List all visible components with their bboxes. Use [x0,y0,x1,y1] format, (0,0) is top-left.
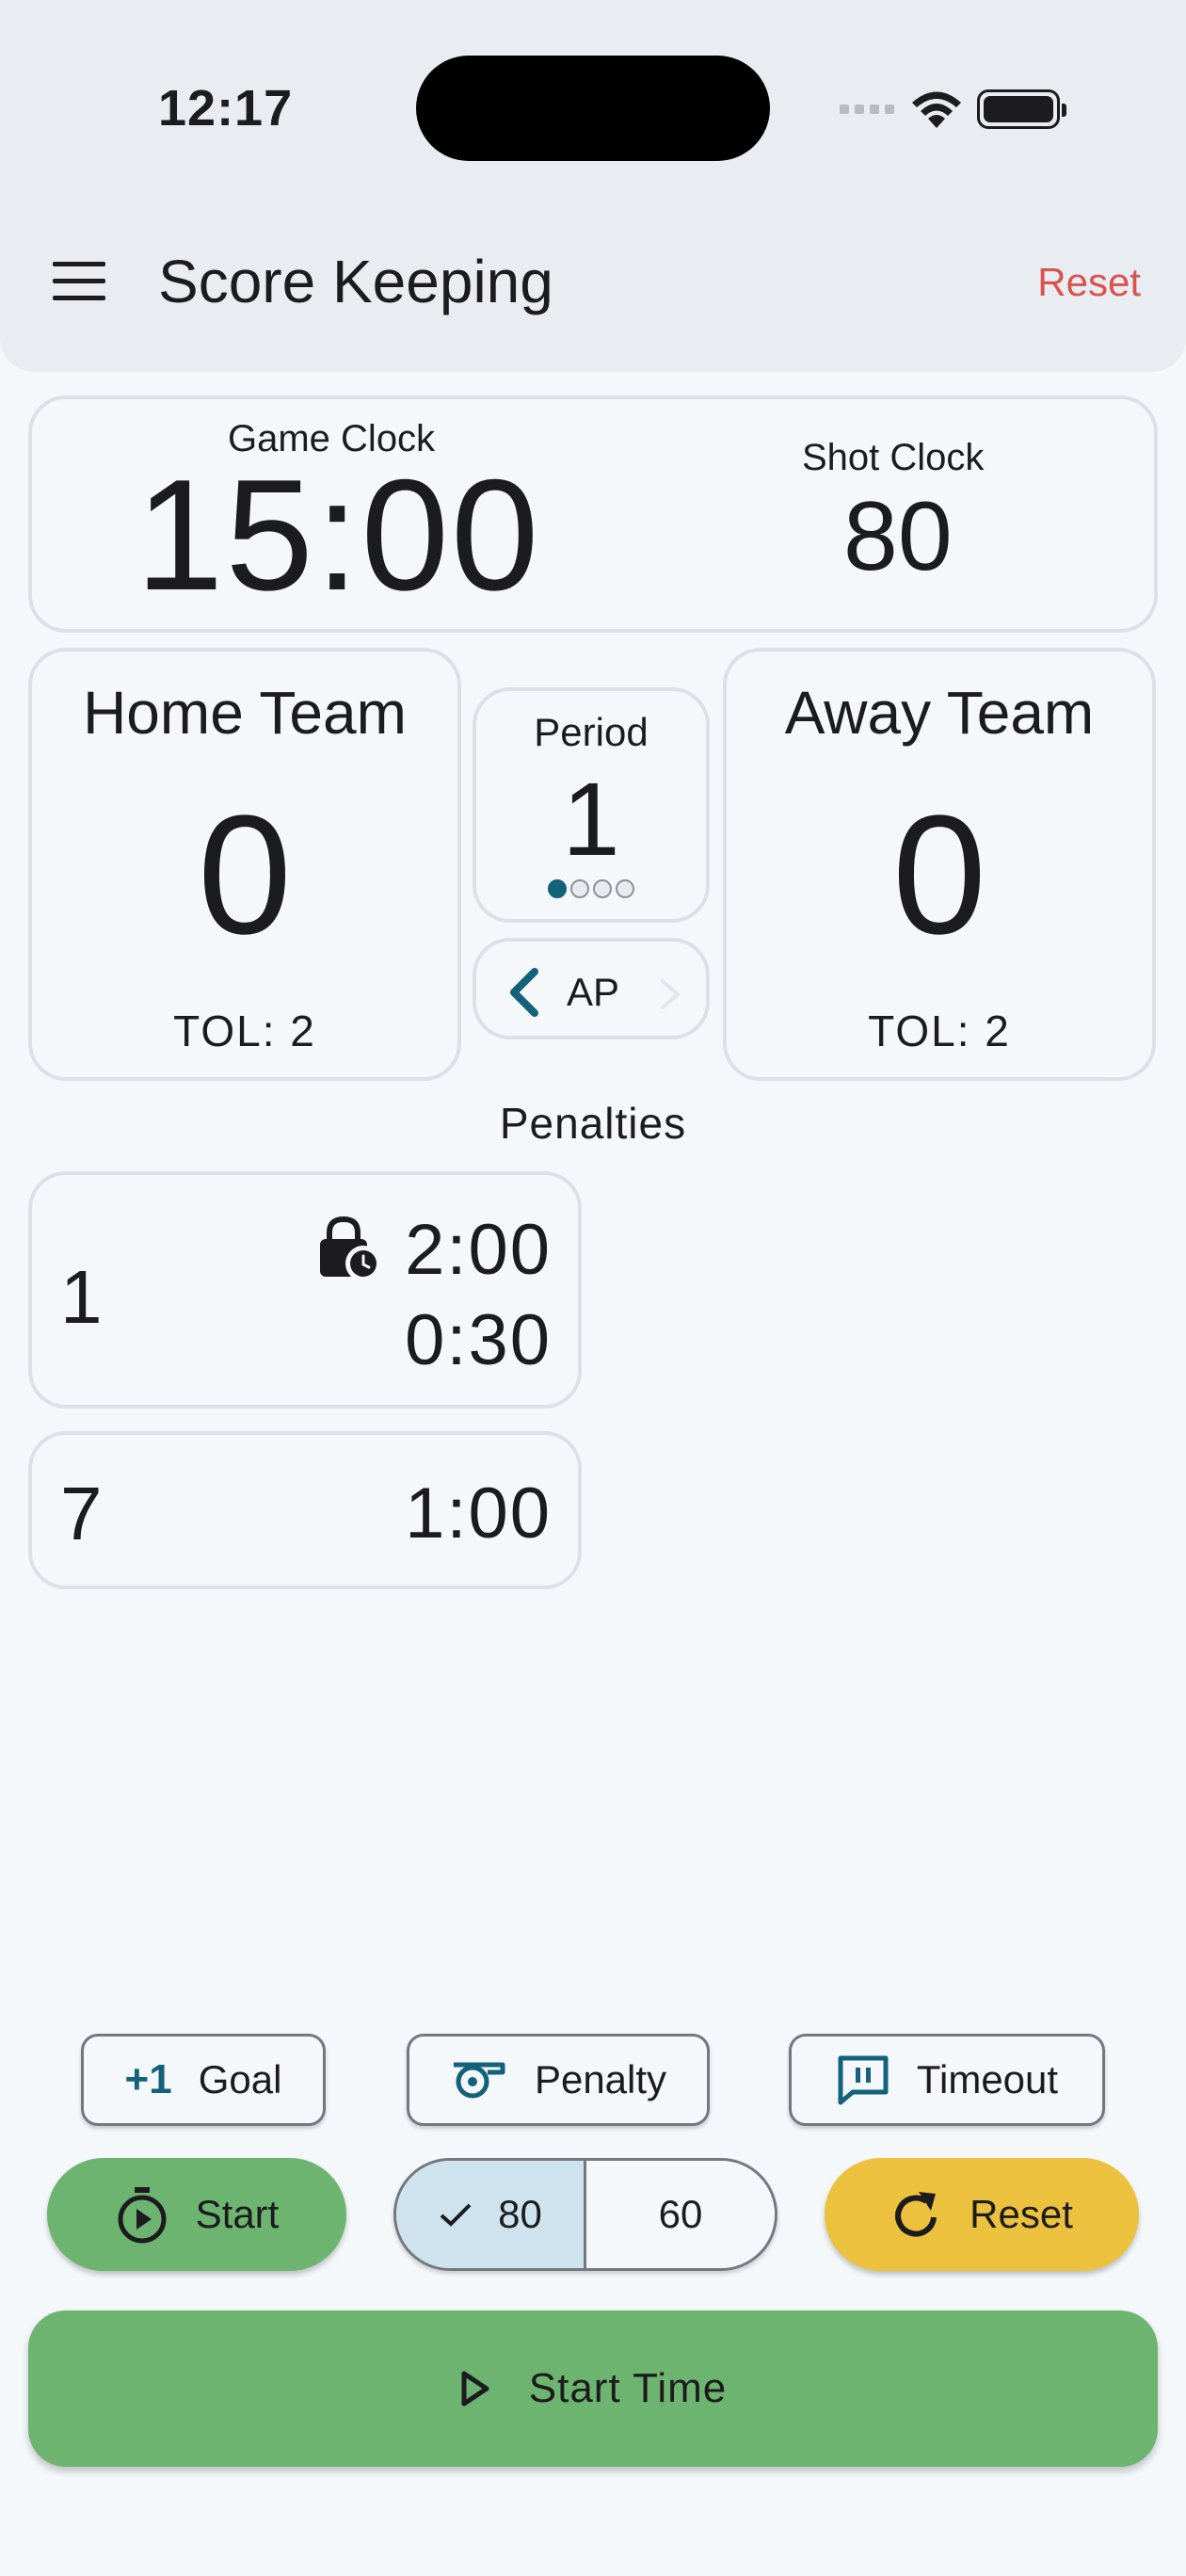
home-team-score: 0 [197,781,293,970]
timeout-icon [838,2055,889,2105]
page-title: Score Keeping [158,248,553,315]
period-card[interactable]: Period 1 [473,687,710,923]
shot-option-60[interactable]: 60 [586,2161,775,2268]
plus-one-icon: +1 [124,2056,172,2102]
timeout-button[interactable]: Timeout [789,2034,1105,2126]
app-header: 12:17 Score Keeping Reset [0,0,1186,372]
start-shot-clock-button[interactable]: Start [47,2158,346,2271]
chevron-right-icon[interactable] [653,975,685,1013]
shot-option-80[interactable]: 80 [396,2161,586,2268]
period-value: 1 [562,762,620,877]
reset-button[interactable]: Reset [825,2158,1139,2271]
penalty-player-number: 7 [60,1472,103,1555]
period-dot [616,879,634,898]
goal-button-label: Goal [198,2057,282,2101]
penalties-title: Penalties [499,1099,687,1148]
wifi-icon [912,91,961,128]
away-team-card[interactable]: Away Team 0 TOL: 2 [723,648,1156,1081]
start-button-label: Start [195,2192,280,2236]
header-reset-button[interactable]: Reset [1037,260,1141,305]
start-time-button[interactable]: Start Time [28,2310,1158,2467]
penalty-time-secondary: 0:30 [405,1300,552,1380]
battery-icon [977,89,1066,129]
period-dot [593,879,612,898]
status-icons [840,83,1066,136]
penalty-player-number: 1 [60,1255,103,1339]
period-label: Period [534,710,649,754]
possession-card: AP [473,938,710,1039]
shot-clock-selector: 80 60 [393,2158,777,2271]
penalty-button-label: Penalty [534,2057,667,2101]
home-team-name: Home Team [83,679,407,747]
period-dot [548,879,567,898]
penalty-time-primary: 1:00 [405,1473,552,1554]
penalty-item[interactable]: 7 1:00 [28,1431,582,1589]
period-dot [570,879,589,898]
lock-clock-icon [320,1216,381,1281]
away-team-timeouts: TOL: 2 [868,1006,1011,1055]
penalty-button[interactable]: Penalty [407,2034,710,2126]
dynamic-island [416,56,770,161]
whistle-icon [453,2062,505,2099]
play-icon [461,2371,489,2407]
clock-card: Game Clock 15:00 Shot Clock 80 [28,395,1158,633]
shot-option-label: 60 [658,2192,703,2236]
away-team-score: 0 [891,781,987,970]
check-icon [440,2203,472,2227]
penalty-time-primary: 2:00 [405,1210,552,1290]
reset-button-label: Reset [970,2192,1073,2236]
home-team-card[interactable]: Home Team 0 TOL: 2 [28,648,461,1081]
stopwatch-icon [118,2187,167,2244]
status-time: 12:17 [158,80,294,137]
refresh-icon [895,2192,938,2237]
chevron-left-icon[interactable] [505,968,546,1017]
penalty-item[interactable]: 1 2:00 0:30 [28,1171,582,1409]
away-team-name: Away Team [784,679,1095,747]
start-time-label: Start Time [528,2365,728,2411]
shot-option-label: 80 [498,2192,542,2236]
timeout-button-label: Timeout [916,2057,1059,2101]
period-indicator [476,879,706,898]
possession-label: AP [567,970,620,1014]
shot-clock-value[interactable]: 80 [843,488,953,586]
menu-icon[interactable] [53,262,105,303]
signal-icon [840,105,894,114]
game-clock-value[interactable]: 15:00 [136,456,540,614]
shot-clock-label: Shot Clock [802,437,985,478]
goal-button[interactable]: +1 Goal [81,2034,326,2126]
home-team-timeouts: TOL: 2 [173,1006,316,1055]
